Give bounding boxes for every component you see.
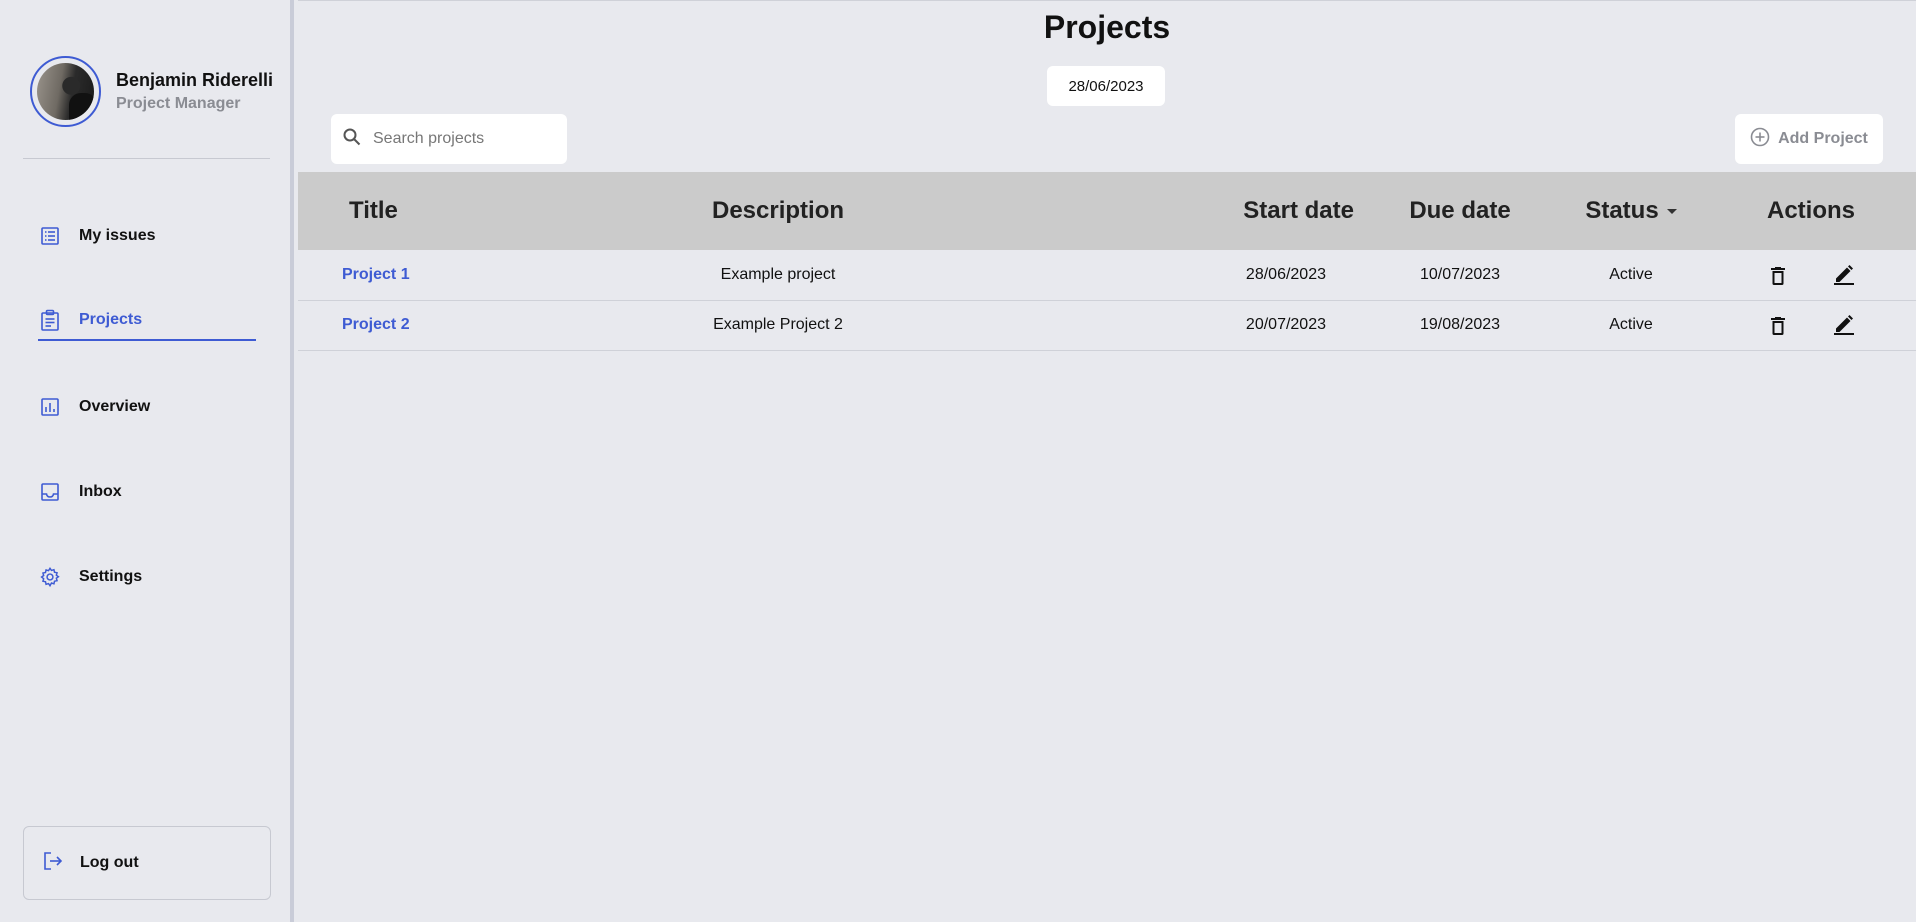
- delete-icon[interactable]: [1758, 256, 1798, 296]
- date-picker[interactable]: 28/06/2023: [1047, 66, 1165, 106]
- status-cell: Active: [1609, 316, 1653, 333]
- start-date-value: 20/07/2023: [1245, 316, 1326, 333]
- start-date-cell: 28/06/2023: [1058, 250, 1364, 300]
- project-link[interactable]: Project 1: [342, 266, 410, 283]
- clipboard-icon: [38, 308, 62, 332]
- sidebar-item-label: Settings: [79, 568, 143, 585]
- status-cell: Active: [1609, 265, 1653, 283]
- main-content: Projects 28/06/2023 Add Project: [298, 0, 1916, 922]
- add-project-button[interactable]: Add Project: [1735, 114, 1883, 164]
- column-header-start-date[interactable]: Start date: [1058, 172, 1364, 250]
- page-title: Projects: [1043, 9, 1171, 45]
- column-header-description[interactable]: Description: [498, 172, 1058, 250]
- status-header-label: Status: [1585, 197, 1659, 224]
- project-title-cell: Project 2: [298, 300, 498, 350]
- due-date-cell: 10/07/2023: [1419, 265, 1501, 283]
- sidebar-item-label: Projects: [79, 311, 143, 328]
- table-row: Project 2 Example Project 2 20/07/2023 1…: [298, 300, 1916, 350]
- sidebar-item-projects[interactable]: Projects: [38, 301, 256, 341]
- edit-icon[interactable]: [1824, 254, 1864, 294]
- user-profile[interactable]: Benjamin Riderelli Project Manager: [30, 56, 273, 127]
- logout-label: Log out: [80, 854, 139, 871]
- delete-icon[interactable]: [1758, 306, 1798, 346]
- sidebar-item-label: Inbox: [79, 483, 122, 500]
- profile-text: Benjamin Riderelli Project Manager: [116, 68, 273, 116]
- search-input[interactable]: [373, 130, 553, 148]
- sidebar-item-my-issues[interactable]: My issues: [38, 216, 256, 256]
- column-header-actions: Actions: [1766, 197, 1855, 224]
- due-date-cell: 19/08/2023: [1419, 316, 1501, 333]
- app: Benjamin Riderelli Project Manager My is…: [0, 0, 1916, 922]
- sidebar: Benjamin Riderelli Project Manager My is…: [0, 0, 294, 922]
- column-header-due-date[interactable]: Due date: [1364, 172, 1556, 250]
- table-header: Title Description Start date Due date St…: [298, 172, 1916, 250]
- search-box[interactable]: [331, 114, 567, 164]
- table-row: Project 1 Example project 28/06/2023 10/…: [298, 250, 1916, 300]
- inbox-icon: [38, 480, 62, 504]
- avatar: [30, 56, 101, 127]
- gear-icon: [38, 565, 62, 589]
- sidebar-item-overview[interactable]: Overview: [38, 387, 256, 427]
- bar-chart-icon: [38, 395, 62, 419]
- start-date-value: 28/06/2023: [1245, 265, 1326, 283]
- profile-role: Project Manager: [116, 94, 241, 112]
- search-icon: [343, 128, 361, 151]
- project-link[interactable]: Project 2: [342, 316, 410, 333]
- edit-icon[interactable]: [1824, 304, 1864, 344]
- start-date-cell: 20/07/2023: [1058, 300, 1364, 350]
- list-icon: [38, 224, 62, 248]
- actions-cell: [1706, 250, 1916, 300]
- sidebar-divider: [23, 158, 270, 159]
- sort-arrow-icon[interactable]: [1666, 209, 1677, 215]
- projects-table: Title Description Start date Due date St…: [298, 172, 1916, 351]
- logout-button[interactable]: Log out: [23, 826, 271, 900]
- column-header-title[interactable]: Title: [298, 172, 498, 250]
- avatar-image: [37, 63, 94, 120]
- sidebar-item-label: My issues: [79, 227, 156, 244]
- project-title-cell: Project 1: [298, 250, 498, 300]
- logout-icon: [42, 850, 64, 877]
- description-cell: Example Project 2: [713, 316, 843, 333]
- profile-name: Benjamin Riderelli: [116, 69, 274, 90]
- add-project-label: Add Project: [1778, 130, 1868, 147]
- sidebar-item-inbox[interactable]: Inbox: [38, 472, 256, 512]
- description-cell: Example project: [720, 265, 836, 283]
- column-header-status[interactable]: Status: [1556, 172, 1706, 250]
- start-date-header-label: Start date: [1243, 197, 1354, 224]
- sidebar-item-label: Overview: [79, 398, 151, 415]
- add-circle-icon: [1750, 127, 1770, 152]
- sidebar-item-settings[interactable]: Settings: [38, 557, 256, 597]
- actions-cell: [1706, 300, 1916, 350]
